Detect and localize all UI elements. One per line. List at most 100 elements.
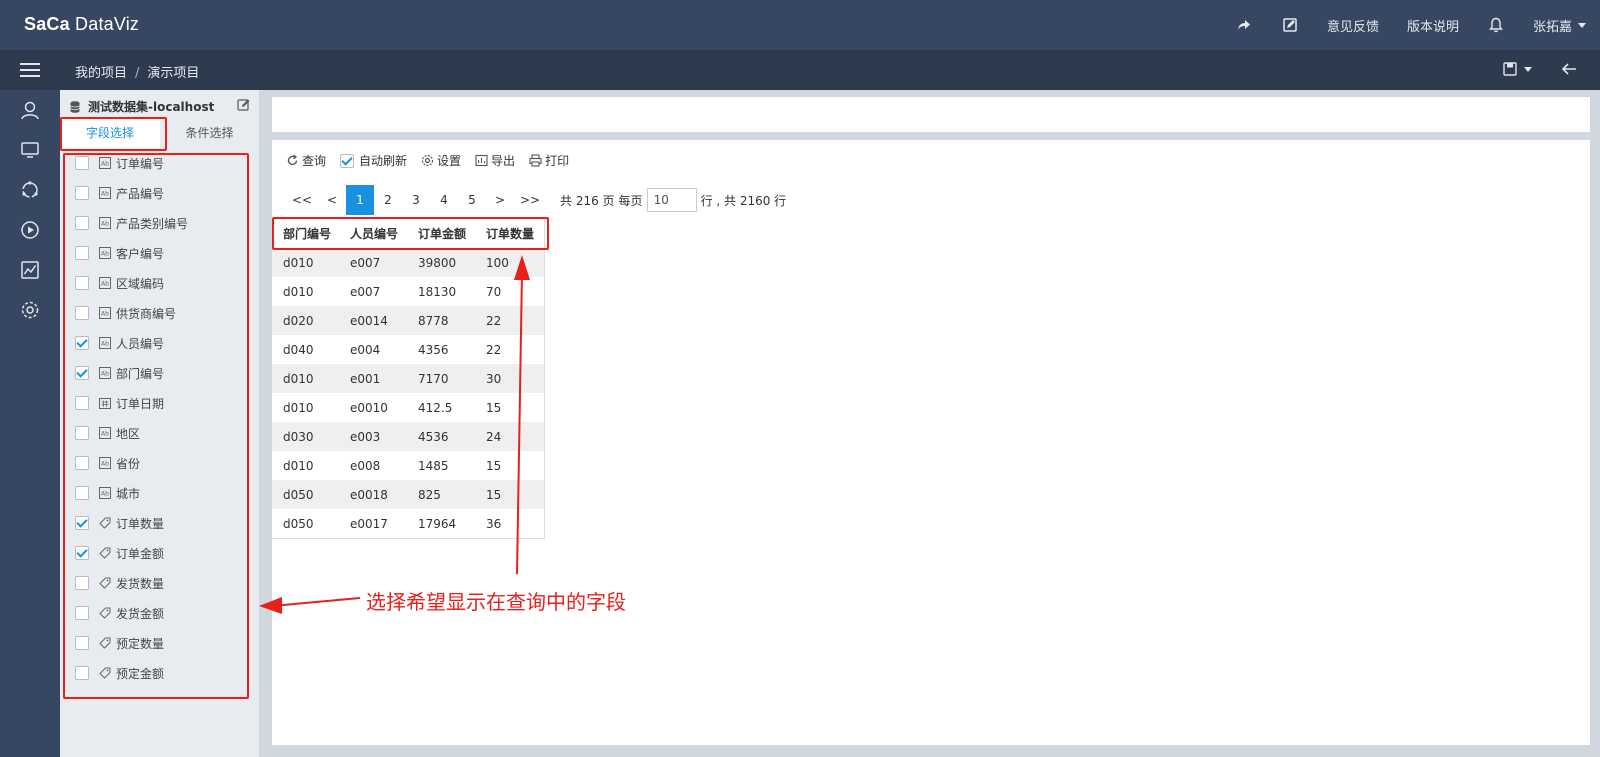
- table-cell: e0017: [350, 516, 388, 531]
- breadcrumb-root[interactable]: 我的项目: [75, 66, 127, 81]
- edit-dataset-icon[interactable]: [237, 98, 251, 112]
- settings-label: 设置: [437, 154, 462, 168]
- logo-product: DataViz: [75, 14, 140, 34]
- rows-per-page-input[interactable]: 10: [646, 188, 697, 212]
- share-button[interactable]: [1235, 16, 1253, 34]
- table-cell: 39800: [418, 255, 457, 270]
- table-cell: 24: [486, 429, 502, 444]
- table-row: d040 e004 4356 22: [272, 335, 544, 364]
- refresh-icon[interactable]: [20, 180, 40, 200]
- feedback-link[interactable]: 意见反馈: [1327, 16, 1379, 35]
- highlight-box-fields: [63, 153, 249, 699]
- user-menu[interactable]: 张拓嘉: [1533, 16, 1586, 35]
- settings-button[interactable]: 设置: [421, 152, 461, 169]
- next-page-button[interactable]: >: [486, 185, 514, 215]
- auto-refresh-checkbox[interactable]: [340, 153, 355, 168]
- table-cell: 15: [486, 487, 502, 502]
- query-button[interactable]: 查询: [286, 152, 326, 169]
- edit-button[interactable]: [1281, 16, 1299, 34]
- table-cell: d010: [283, 255, 314, 270]
- chart-icon[interactable]: [20, 260, 40, 280]
- table-cell: d030: [283, 429, 314, 444]
- share-icon: [1237, 20, 1250, 30]
- table-cell: 4356: [418, 342, 449, 357]
- last-page-button[interactable]: >>: [514, 185, 546, 215]
- table-cell: 17964: [418, 516, 457, 531]
- query-toolbar: 查询 自动刷新 设置 导出 打印: [286, 152, 583, 169]
- table-row: d050 e0017 17964 36: [272, 509, 544, 538]
- table-cell: d010: [283, 400, 314, 415]
- tab-condition-select[interactable]: 条件选择: [160, 118, 259, 148]
- table-row: d010 e007 18130 70: [272, 277, 544, 306]
- page-button-1[interactable]: 1: [346, 185, 374, 215]
- first-page-button[interactable]: <<: [286, 185, 318, 215]
- table-cell: 100: [486, 255, 509, 270]
- export-label: 导出: [491, 154, 516, 168]
- table-cell: 412.5: [418, 400, 453, 415]
- result-table: 部门编号 人员编号 订单金额 订单数量 d010 e007 39800 100 d010…: [272, 218, 545, 539]
- table-row: d010 e0010 412.5 15: [272, 393, 544, 422]
- table-body: d010 e007 39800 100 d010 e007 18130 70 d020 e0014…: [272, 248, 544, 538]
- table-cell: e0018: [350, 487, 388, 502]
- print-icon: [529, 154, 542, 167]
- table-row: d020 e0014 8778 22: [272, 306, 544, 335]
- left-icon-bar: [0, 90, 60, 757]
- top-bar: SaCa DataViz 意见反馈 版本说明 张拓嘉: [0, 0, 1600, 50]
- save-menu-button[interactable]: [1502, 61, 1532, 77]
- table-cell: e0014: [350, 313, 388, 328]
- edit-icon: [1283, 18, 1297, 32]
- breadcrumb: 我的项目 / 演示项目: [75, 62, 199, 81]
- page-button-2[interactable]: 2: [374, 185, 402, 215]
- refresh-icon: [287, 154, 298, 166]
- play-icon[interactable]: [20, 220, 40, 240]
- annotation-text: 选择希望显示在查询中的字段: [366, 590, 626, 614]
- table-cell: d050: [283, 487, 314, 502]
- table-cell: e008: [350, 458, 381, 473]
- prev-page-button[interactable]: <: [318, 185, 346, 215]
- save-icon: [1503, 62, 1517, 76]
- app-logo[interactable]: SaCa DataViz: [24, 14, 139, 35]
- table-cell: e007: [350, 284, 381, 299]
- table-cell: d010: [283, 284, 314, 299]
- notification-button[interactable]: [1487, 16, 1505, 34]
- table-cell: 30: [486, 371, 502, 386]
- table-cell: 15: [486, 458, 502, 473]
- page-button-3[interactable]: 3: [402, 185, 430, 215]
- table-row: d030 e003 4536 24: [272, 422, 544, 451]
- page-button-4[interactable]: 4: [430, 185, 458, 215]
- print-button[interactable]: 打印: [529, 152, 569, 169]
- table-cell: 18130: [418, 284, 457, 299]
- table-cell: 15: [486, 400, 502, 415]
- sub-bar: 我的项目 / 演示项目: [0, 50, 1600, 90]
- page-button-5[interactable]: 5: [458, 185, 486, 215]
- auto-refresh-toggle[interactable]: 自动刷新: [340, 152, 407, 169]
- auto-refresh-label: 自动刷新: [359, 154, 408, 168]
- table-cell: e004: [350, 342, 381, 357]
- table-cell: e001: [350, 371, 381, 386]
- monitor-icon[interactable]: [20, 140, 40, 160]
- table-cell: e007: [350, 255, 381, 270]
- table-cell: d010: [283, 458, 314, 473]
- export-icon: [475, 154, 488, 167]
- table-cell: 36: [486, 516, 502, 531]
- back-arrow-icon[interactable]: [1560, 60, 1578, 78]
- table-cell: 70: [486, 284, 502, 299]
- table-cell: 1485: [418, 458, 449, 473]
- user-icon[interactable]: [20, 100, 40, 120]
- chevron-down-icon: [1578, 22, 1586, 28]
- database-icon: [70, 100, 80, 113]
- table-cell: d010: [283, 371, 314, 386]
- top-nav: 意见反馈 版本说明 张拓嘉: [1235, 0, 1600, 50]
- table-cell: d040: [283, 342, 314, 357]
- per-page-label: 每页: [618, 193, 643, 208]
- main-header-strip: [272, 97, 1590, 132]
- export-button[interactable]: 导出: [475, 152, 515, 169]
- release-notes-link[interactable]: 版本说明: [1407, 16, 1459, 35]
- table-cell: e003: [350, 429, 381, 444]
- table-cell: d050: [283, 516, 314, 531]
- table-cell: 825: [418, 487, 441, 502]
- settings-icon[interactable]: [20, 300, 40, 320]
- menu-icon[interactable]: [20, 60, 40, 80]
- table-cell: 7170: [418, 371, 449, 386]
- total-pages-text: 共 216 页: [560, 193, 615, 208]
